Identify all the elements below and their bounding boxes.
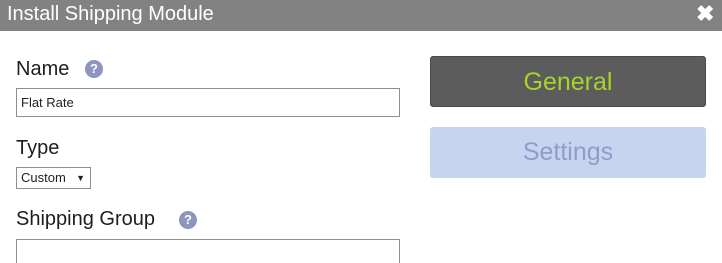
name-input[interactable] xyxy=(16,88,400,117)
close-icon[interactable]: ✖ xyxy=(696,1,714,27)
shipping-group-label: Shipping Group xyxy=(16,208,155,230)
install-shipping-module-dialog: Install Shipping Module ✖ Name ? Type Cu… xyxy=(0,0,722,263)
triangle-down-icon: ▼ xyxy=(76,173,85,183)
type-label: Type xyxy=(16,137,60,159)
help-icon[interactable]: ? xyxy=(179,211,197,229)
settings-tab-button[interactable]: Settings xyxy=(430,127,706,178)
shipping-group-input[interactable] xyxy=(16,239,400,263)
type-select-value: Custom xyxy=(21,170,66,185)
dialog-titlebar: Install Shipping Module ✖ xyxy=(0,0,722,31)
help-icon[interactable]: ? xyxy=(85,60,103,78)
general-tab-button[interactable]: General xyxy=(430,56,706,107)
name-label: Name xyxy=(16,58,70,80)
type-select[interactable]: Custom ▼ xyxy=(16,167,91,189)
dialog-title: Install Shipping Module xyxy=(7,3,214,25)
